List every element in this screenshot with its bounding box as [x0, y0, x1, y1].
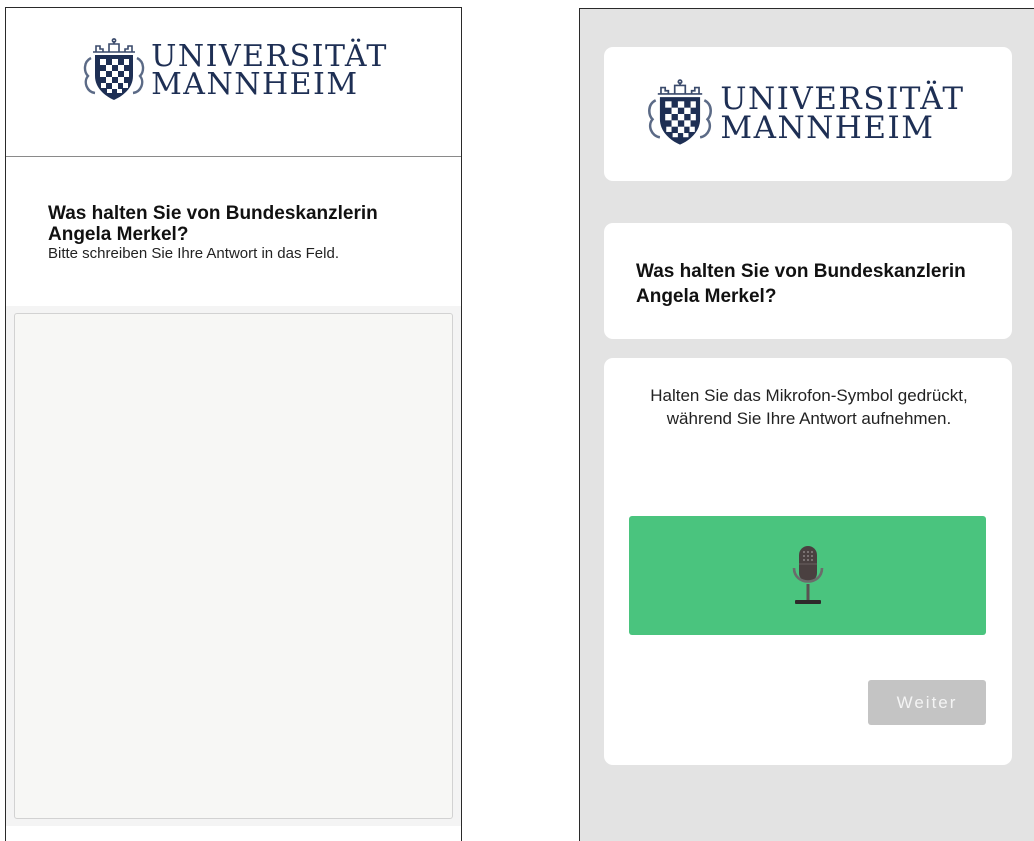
university-crest-icon	[648, 79, 713, 145]
university-logo: UNIVERSITÄT MANNHEIM	[643, 77, 964, 151]
university-logo: UNIVERSITÄT MANNHEIM	[79, 36, 388, 106]
answer-field-container	[6, 306, 461, 826]
recording-instructions: Halten Sie das Mikrofon-Symbol gedrückt,…	[650, 386, 968, 428]
question-block: Was halten Sie von Bundeskanzlerin Angel…	[6, 157, 461, 263]
university-wordmark: UNIVERSITÄT MANNHEIM	[720, 84, 964, 146]
wordmark-line-2: MANNHEIM	[720, 110, 935, 146]
answer-text-field[interactable]	[14, 313, 453, 819]
wordmark-line-2: MANNHEIM	[151, 67, 359, 102]
university-crest-icon	[83, 38, 145, 100]
question-hint: Bitte schreiben Sie Ihre Antwort in das …	[48, 245, 339, 262]
voice-answer-screen: UNIVERSITÄT MANNHEIM Was halten Sie von …	[579, 8, 1034, 841]
logo-card: UNIVERSITÄT MANNHEIM	[604, 47, 1012, 181]
question-title: Was halten Sie von Bundeskanzlerin Angel…	[48, 203, 378, 245]
recording-card: Halten Sie das Mikrofon-Symbol gedrückt,…	[604, 358, 1012, 765]
university-wordmark: UNIVERSITÄT MANNHEIM	[151, 42, 388, 102]
header: UNIVERSITÄT MANNHEIM	[6, 8, 461, 157]
question-title: Was halten Sie von Bundeskanzlerin Angel…	[636, 261, 966, 307]
next-button[interactable]: Weiter	[868, 680, 986, 725]
microphone-icon	[792, 545, 823, 604]
text-answer-screen: UNIVERSITÄT MANNHEIM Was halten Sie von …	[5, 7, 462, 841]
question-card: Was halten Sie von Bundeskanzlerin Angel…	[604, 223, 1012, 339]
record-button[interactable]	[629, 516, 986, 635]
